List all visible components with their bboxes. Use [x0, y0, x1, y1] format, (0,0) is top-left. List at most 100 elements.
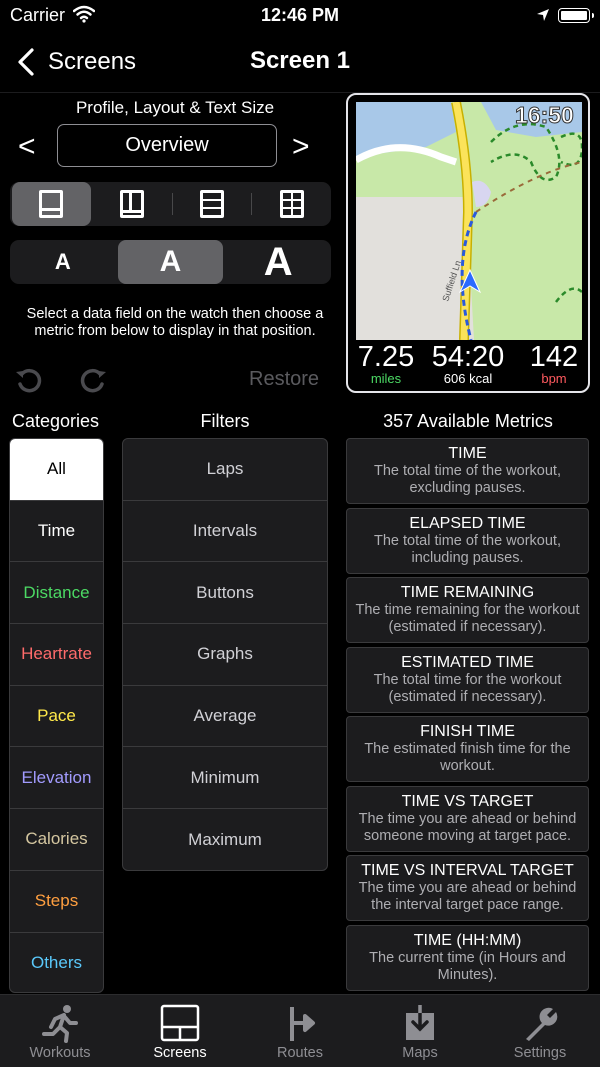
profile-next-button[interactable]: > [292, 130, 310, 164]
watch-field-3-unit: bpm [541, 371, 567, 386]
map-preview[interactable]: Suffield Ln [356, 102, 582, 340]
back-button[interactable]: Screens [14, 44, 136, 80]
screens-icon [160, 1004, 200, 1042]
metric-description: The estimated finish time for the workou… [364, 741, 571, 774]
filter-laps[interactable]: Laps [123, 439, 327, 501]
layout-option-grid[interactable] [252, 182, 331, 226]
text-size-medium[interactable]: A [117, 240, 224, 284]
undo-icon[interactable] [14, 366, 44, 394]
watch-field-1[interactable]: 7.25 miles [356, 342, 416, 386]
category-heartrate[interactable]: Heartrate [10, 624, 103, 686]
maps-icon [406, 1005, 434, 1040]
metric-title: TIME VS TARGET [401, 792, 534, 810]
back-button-label: Screens [48, 48, 137, 75]
metric-description: The time you are ahead or behind someone… [358, 810, 577, 844]
tab-label: Workouts [29, 1045, 91, 1061]
category-pace[interactable]: Pace [10, 686, 103, 748]
category-time[interactable]: Time [10, 501, 103, 563]
routes-icon [290, 1007, 315, 1041]
layout-l-icon [120, 190, 145, 218]
layout-option-l[interactable] [93, 182, 172, 226]
category-distance[interactable]: Distance [10, 562, 103, 625]
watch-field-3[interactable]: 142 bpm [524, 342, 584, 386]
text-size-small[interactable]: A [10, 240, 116, 284]
metrics-list: TIME The total time of the workout, excl… [346, 438, 589, 993]
filters-list: Laps Intervals Buttons Graphs Average Mi… [122, 438, 328, 871]
metric-title: TIME REMAINING [400, 584, 535, 601]
location-arrow-icon [537, 9, 549, 21]
profile-prev-button[interactable]: < [18, 130, 36, 164]
tab-workouts[interactable]: Workouts [0, 995, 120, 1067]
metric-title: FINISH TIME [420, 723, 515, 740]
metric-item[interactable]: ESTIMATED TIME The total time for the wo… [346, 646, 589, 713]
filter-minimum[interactable]: Minimum [123, 747, 327, 810]
tab-label: Screens [153, 1045, 207, 1061]
layout-single-icon [39, 190, 64, 218]
watch-preview: Suffield Ln 16:50 7.25 miles 54:20 606 k… [346, 93, 590, 393]
layout-segmented-control [10, 182, 331, 226]
metrics-header: 357 Available Metrics [383, 411, 553, 431]
metric-description: The current time (in Hours and Minutes). [369, 949, 566, 983]
runner-icon [42, 1005, 78, 1043]
layout-option-single[interactable] [12, 182, 91, 226]
metric-item[interactable]: TIME The total time of the workout, excl… [346, 438, 589, 504]
instruction-text: Select a data field on the watch then ch… [26, 306, 324, 339]
filter-maximum[interactable]: Maximum [123, 809, 327, 870]
tab-maps[interactable]: Maps [360, 995, 480, 1067]
metric-item[interactable]: TIME (HH:MM) The current time (in Hours … [346, 924, 589, 991]
metric-title: TIME (HH:MM) [413, 931, 522, 949]
category-calories[interactable]: Calories [10, 809, 103, 871]
filters-header: Filters [200, 411, 250, 431]
watch-field-2-unit: 606 kcal [443, 371, 493, 386]
tab-routes[interactable]: Routes [240, 995, 360, 1067]
text-size-small-label: A [54, 249, 71, 274]
text-size-large-label: A [263, 239, 293, 284]
metric-description: The total time of the workout, including… [374, 532, 561, 566]
tab-label: Maps [402, 1045, 438, 1061]
metric-item[interactable]: ELAPSED TIME The total time of the worko… [346, 507, 589, 574]
categories-list: All Time Distance Heartrate Pace Elevati… [9, 438, 104, 993]
watch-field-1-value: 7.25 [357, 341, 415, 373]
tab-screens[interactable]: Screens [120, 995, 240, 1067]
metric-item[interactable]: TIME REMAINING The time remaining for th… [346, 577, 589, 643]
tab-settings[interactable]: Settings [480, 995, 600, 1067]
category-all[interactable]: All [10, 439, 103, 501]
profile-section-label: Profile, Layout & Text Size [75, 98, 275, 117]
filter-average[interactable]: Average [123, 686, 327, 748]
watch-time: 16:50 [515, 102, 575, 129]
layout-grid-icon [279, 190, 304, 218]
watch-field-2-value: 54:20 [431, 341, 505, 373]
profile-name-field[interactable]: Overview [57, 124, 277, 167]
wrench-icon [526, 1007, 558, 1041]
category-elevation[interactable]: Elevation [10, 747, 103, 810]
layout-option-rows[interactable] [173, 182, 252, 226]
metric-item[interactable]: FINISH TIME The estimated finish time fo… [346, 716, 589, 782]
categories-header: Categories [12, 411, 100, 431]
watch-field-2[interactable]: 54:20 606 kcal [428, 342, 508, 386]
tab-label: Settings [513, 1045, 567, 1061]
layout-rows-icon [199, 190, 224, 218]
filter-graphs[interactable]: Graphs [123, 624, 327, 686]
chevron-left-icon [18, 48, 34, 76]
metric-description: The time remaining for the workout (esti… [355, 602, 580, 635]
redo-icon[interactable] [78, 366, 108, 394]
metric-item[interactable]: TIME VS TARGET The time you are ahead or… [346, 785, 589, 852]
metric-description: The time you are ahead or behind the int… [358, 880, 577, 913]
metric-title: ELAPSED TIME [409, 514, 526, 532]
watch-field-3-value: 142 [529, 341, 579, 373]
text-size-segmented-control: A A A [10, 240, 331, 284]
metric-title: ESTIMATED TIME [401, 653, 534, 671]
tab-bar: Workouts Screens Routes Maps Settings [0, 994, 600, 1067]
filter-buttons[interactable]: Buttons [123, 562, 327, 625]
tab-label: Routes [277, 1045, 323, 1061]
filter-intervals[interactable]: Intervals [123, 501, 327, 563]
metric-item[interactable]: TIME VS INTERVAL TARGET The time you are… [346, 855, 589, 921]
battery-icon [558, 8, 594, 23]
text-size-medium-label: A [159, 245, 182, 278]
restore-button[interactable]: Restore [249, 368, 319, 391]
category-steps[interactable]: Steps [10, 871, 103, 933]
metric-title: TIME [448, 445, 487, 462]
category-others[interactable]: Others [10, 933, 103, 993]
status-time: 12:46 PM [260, 5, 340, 25]
text-size-large[interactable]: A [225, 240, 331, 284]
